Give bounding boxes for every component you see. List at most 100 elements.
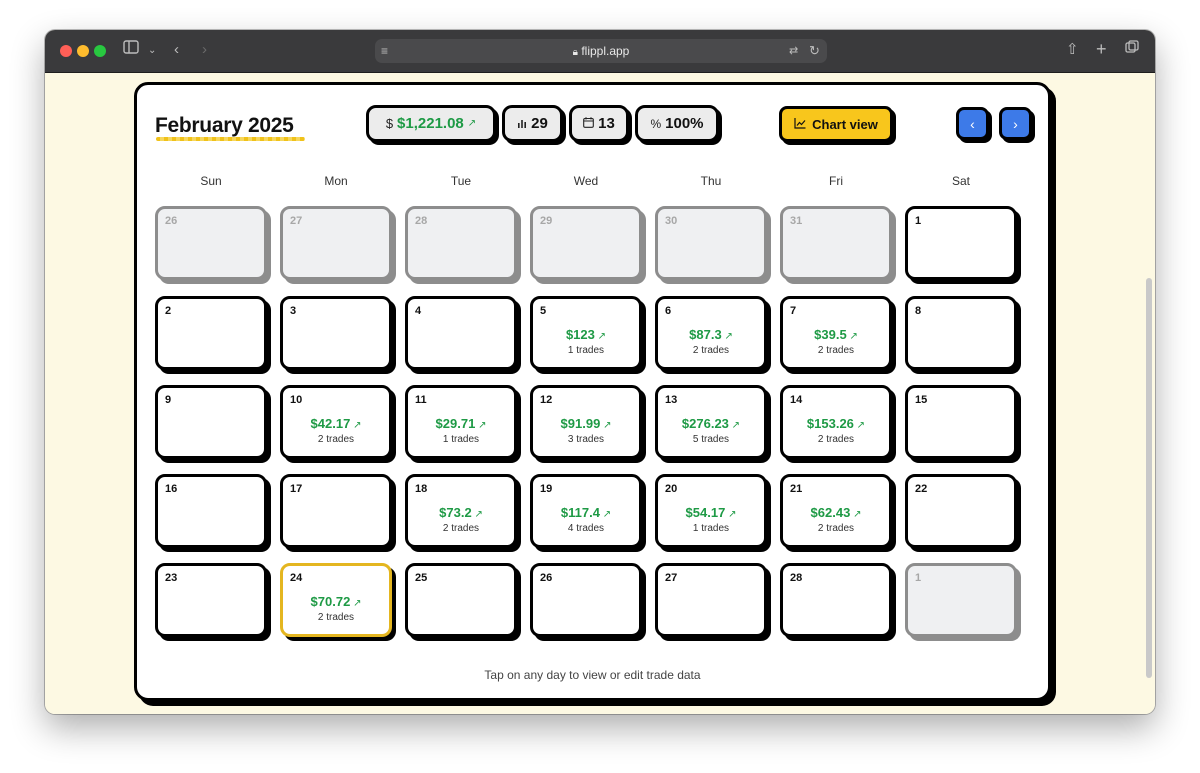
day-trade-count: 2 trades [442,523,480,534]
title-underline [156,137,305,141]
day-cell[interactable]: 27 [655,563,767,637]
day-profit-value: $276.23 [681,416,729,431]
day-cell[interactable]: 8 [905,296,1017,370]
day-cell[interactable]: 28 [780,563,892,637]
minimize-window-button[interactable] [77,45,89,57]
forward-arrow-icon[interactable]: › [202,40,207,60]
chevron-left-icon: ‹ [970,115,975,132]
day-cell[interactable]: 17 [280,474,392,548]
footer-hint: Tap on any day to view or edit trade dat… [484,668,701,682]
url-text: 🔒︎ flippl.app [572,44,630,58]
percent-icon: % [650,116,662,131]
day-cell[interactable]: 10 $42.17 ↗ 2 trades [280,385,392,459]
win-rate-value: 100% [665,115,704,132]
chevron-down-icon[interactable]: ⌄ [148,41,156,61]
day-cell[interactable]: 11 $29.71 ↗ 1 trades [405,385,517,459]
back-arrow-icon[interactable]: ‹ [174,40,179,60]
day-cell-outside-month[interactable]: 31 [780,206,892,280]
day-number: 26 [540,572,553,584]
address-bar[interactable]: ≡ 🔒︎ flippl.app ⇄ ↻ [375,39,827,63]
day-cell[interactable]: 3 [280,296,392,370]
day-cell[interactable]: 12 $91.99 ↗ 3 trades [530,385,642,459]
day-trade-count: 1 trades [567,345,605,356]
profit-value: $1,221.08 [397,115,464,132]
trend-up-icon: ↗ [350,420,362,431]
day-cell-outside-month[interactable]: 26 [155,206,267,280]
day-profit: $123 ↗ [533,327,639,342]
day-number: 13 [665,394,678,406]
day-cell[interactable]: 26 [530,563,642,637]
day-cell-today[interactable]: 24 $70.72 ↗ 2 trades [280,563,392,637]
trend-up-icon: ↗ [846,331,858,342]
day-cell[interactable]: 9 [155,385,267,459]
day-cell-outside-month[interactable]: 29 [530,206,642,280]
day-cell[interactable]: 5 $123 ↗ 1 trades [530,296,642,370]
day-profit-value: $153.26 [806,416,854,431]
weekday-label: Fri [829,174,843,188]
day-number: 28 [415,215,428,227]
day-profit-value: $54.17 [685,505,726,520]
day-cell[interactable]: 7 $39.5 ↗ 2 trades [780,296,892,370]
day-number: 16 [165,483,178,495]
weekday-label: Thu [700,174,722,188]
day-trade-count: 2 trades [817,434,855,445]
trend-up-icon: ↗ [725,509,737,520]
day-cell[interactable]: 4 [405,296,517,370]
share-icon[interactable]: ⇧ [1066,40,1079,60]
day-cell[interactable]: 15 [905,385,1017,459]
line-chart-icon [794,117,806,132]
sidebar-toggle-icon[interactable] [123,40,139,60]
day-cell-outside-month[interactable]: 27 [280,206,392,280]
day-cell[interactable]: 22 [905,474,1017,548]
day-number: 6 [665,305,672,317]
active-days-stat: 13 [569,105,629,142]
chart-view-button[interactable]: Chart view [779,106,893,142]
day-number: 1 [915,572,922,584]
day-cell[interactable]: 14 $153.26 ↗ 2 trades [780,385,892,459]
weekday-label: Sat [951,174,970,188]
day-number: 11 [415,394,427,406]
day-profit-value: $87.3 [689,327,722,342]
tab-overview-icon[interactable] [1125,40,1139,60]
day-profit-value: $117.4 [560,505,600,520]
trade-count-value: 29 [531,115,548,132]
day-trade-count: 1 trades [692,523,730,534]
day-cell[interactable]: 25 [405,563,517,637]
trade-count-stat: 29 [502,105,563,142]
reload-icon[interactable]: ↻ [809,41,820,61]
day-trade-count: 5 trades [692,434,730,445]
day-cell[interactable]: 6 $87.3 ↗ 2 trades [655,296,767,370]
dollar-icon: $ [385,116,394,131]
trend-up-icon: ↗ [728,420,741,431]
scrollbar[interactable] [1146,278,1152,678]
day-cell[interactable]: 23 [155,563,267,637]
day-trade-count: 2 trades [817,345,855,356]
day-cell-outside-month[interactable]: 1 [905,563,1017,637]
day-number: 2 [165,305,172,317]
day-cell[interactable]: 16 [155,474,267,548]
day-cell[interactable]: 13 $276.23 ↗ 5 trades [655,385,767,459]
day-cell[interactable]: 20 $54.17 ↗ 1 trades [655,474,767,548]
day-cell[interactable]: 19 $117.4 ↗ 4 trades [530,474,642,548]
next-month-button[interactable]: › [999,107,1032,140]
day-cell[interactable]: 21 $62.43 ↗ 2 trades [780,474,892,548]
month-title: February 2025 [155,114,294,137]
browser-toolbar: ⌄ ‹ › ≡ 🔒︎ flippl.app ⇄ ↻ ⇧ + [45,30,1155,73]
weekday-label: Sun [200,174,222,188]
day-cell-outside-month[interactable]: 30 [655,206,767,280]
day-profit-value: $29.71 [435,416,476,431]
translate-icon[interactable]: ⇄ [789,41,798,61]
previous-month-button[interactable]: ‹ [956,107,989,140]
day-trade-count: 2 trades [817,523,855,534]
day-cell[interactable]: 2 [155,296,267,370]
day-number: 7 [790,305,797,317]
profit-stat: $ $1,221.08 ↗ [366,105,496,142]
new-tab-icon[interactable]: + [1096,39,1107,59]
day-cell[interactable]: 18 $73.2 ↗ 2 trades [405,474,517,548]
chevron-right-icon: › [1013,115,1018,132]
close-window-button[interactable] [60,45,72,57]
day-cell-outside-month[interactable]: 28 [405,206,517,280]
day-cell[interactable]: 1 [905,206,1017,280]
day-number: 8 [915,305,922,317]
zoom-window-button[interactable] [94,45,106,57]
